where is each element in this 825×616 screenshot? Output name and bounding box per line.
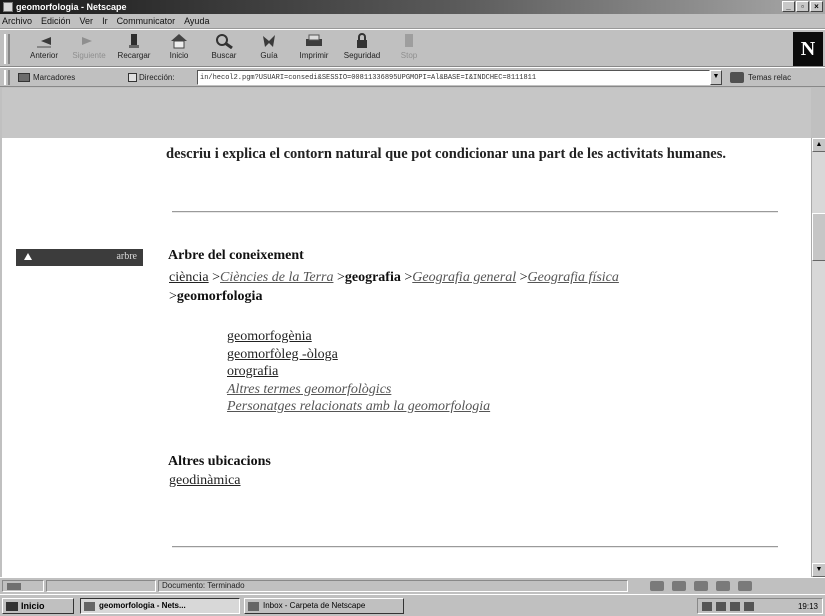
close-button[interactable]: × (810, 1, 823, 12)
back-button[interactable]: Anterior (20, 32, 68, 66)
list-item[interactable]: Altres termes geomorfològics (227, 382, 391, 397)
status-text: Documento: Terminado (158, 580, 628, 592)
list-item[interactable]: orografia (227, 364, 278, 379)
bookmarks-label[interactable]: Marcadores (33, 73, 75, 82)
scroll-down-button[interactable]: ▼ (812, 563, 825, 577)
list-item[interactable]: geomorfogènia (227, 329, 312, 344)
tray-icon[interactable] (716, 601, 726, 611)
menu-communicator[interactable]: Communicator (117, 16, 176, 26)
discussion-icon[interactable] (694, 581, 708, 591)
location-bar: Marcadores Dirección: in/hecol2.pgm?USUA… (0, 67, 825, 87)
back-arrow-icon (33, 33, 55, 49)
taskbar: Inicio geomorfologia - Nets... Inbox - C… (0, 594, 825, 616)
intro-paragraph: descriu i explica el contorn natural que… (166, 146, 727, 162)
progress-bar (46, 580, 156, 592)
menu-ver[interactable]: Ver (80, 16, 94, 26)
guide-button[interactable]: Guía (245, 32, 293, 66)
composer-icon[interactable] (716, 581, 730, 591)
netscape-app-icon (3, 2, 13, 12)
toolbar-grip[interactable] (4, 34, 10, 64)
menu-ayuda[interactable]: Ayuda (184, 16, 209, 26)
home-icon (168, 33, 190, 49)
tray-icon[interactable] (702, 601, 712, 611)
maximize-button[interactable]: ▫ (796, 1, 809, 12)
mail-icon[interactable] (672, 581, 686, 591)
divider-bottom (172, 546, 778, 548)
check-icon[interactable] (738, 581, 752, 591)
search-icon (213, 33, 235, 50)
netscape-logo[interactable]: N (793, 32, 823, 66)
reload-icon (123, 33, 145, 49)
task-inbox[interactable]: Inbox - Carpeta de Netscape (244, 598, 404, 614)
menu-ir[interactable]: Ir (102, 16, 108, 26)
key-icon (7, 583, 21, 590)
windows-flag-icon (6, 602, 18, 611)
address-input[interactable]: in/hecol2.pgm?USUARI=consedi&SESSIO=0081… (197, 70, 710, 85)
list-item[interactable]: geomorfòleg -òloga (227, 347, 338, 362)
address-label: Dirección: (139, 73, 175, 82)
print-button[interactable]: Imprimir (290, 32, 338, 66)
divider-top (172, 211, 778, 213)
guide-icon (258, 33, 280, 49)
status-bar: Documento: Terminado (0, 577, 825, 594)
print-icon (303, 33, 325, 49)
scroll-up-button[interactable]: ▲ (812, 138, 825, 152)
tree-title: Arbre del coneixement (168, 248, 304, 263)
minimize-button[interactable]: _ (782, 1, 795, 12)
menu-bar: Archivo Edición Ver Ir Communicator Ayud… (0, 14, 825, 29)
location-bar-grip[interactable] (4, 70, 10, 85)
start-button[interactable]: Inicio (2, 598, 74, 614)
web-page: descriu i explica el contorn natural que… (2, 138, 811, 577)
breadcrumb: ciència >Ciències de la Terra >geografia… (169, 270, 619, 304)
subtopic-list: geomorfogènia geomorfòleg -òloga orograf… (227, 328, 490, 416)
geodinamica-link[interactable]: geodinàmica (169, 473, 241, 489)
crumb-geografia-general[interactable]: Geografia general (412, 270, 516, 285)
reload-button[interactable]: Recargar (110, 32, 158, 66)
security-status[interactable] (2, 580, 44, 592)
other-locations-title: Altres ubicacions (168, 454, 271, 469)
navigation-toolbar: Anterior Siguiente Recargar Inicio Busca… (0, 29, 825, 67)
home-button[interactable]: Inicio (155, 32, 203, 66)
menu-archivo[interactable]: Archivo (2, 16, 32, 26)
title-bar: geomorfologia - Netscape _ ▫ × (0, 0, 825, 14)
list-item[interactable]: Personatges relacionats amb la geomorfol… (227, 399, 490, 414)
search-button[interactable]: Buscar (200, 32, 248, 66)
personal-toolbar-area (2, 88, 811, 138)
forward-arrow-icon (78, 33, 100, 49)
clock: 19:13 (797, 601, 818, 611)
crumb-geografia-fisica[interactable]: Geografia física (528, 270, 619, 285)
window-controls: _ ▫ × (782, 1, 823, 12)
bookmarks-icon[interactable] (18, 73, 30, 82)
vertical-scrollbar[interactable]: ▲ ▼ (811, 138, 825, 577)
crumb-geografia: geografia (344, 270, 401, 285)
tray-icon[interactable] (744, 601, 754, 611)
sidebar-tab-arbre[interactable]: arbre (16, 249, 143, 266)
triangle-up-icon (24, 253, 32, 260)
tray-icon[interactable] (730, 601, 740, 611)
related-topics-label[interactable]: Temas relac (748, 73, 791, 82)
stop-button[interactable]: Stop (385, 32, 433, 66)
task-netscape[interactable]: geomorfologia - Nets... (80, 598, 240, 614)
browser-content: descriu i explica el contorn natural que… (2, 88, 811, 577)
crumb-ciencia[interactable]: ciència (169, 270, 209, 285)
menu-edicion[interactable]: Edición (41, 16, 71, 26)
inbox-task-icon (248, 602, 259, 611)
netscape-task-icon (84, 602, 95, 611)
window-title: geomorfologia - Netscape (16, 2, 127, 12)
stop-icon (398, 33, 420, 49)
related-topics-icon[interactable] (730, 72, 744, 83)
scroll-thumb[interactable] (812, 213, 825, 261)
address-dropdown-button[interactable]: ▼ (710, 70, 722, 85)
component-bar (640, 579, 820, 593)
lock-icon (351, 33, 373, 49)
forward-button[interactable]: Siguiente (65, 32, 113, 66)
security-button[interactable]: Seguridad (338, 32, 386, 66)
system-tray: 19:13 (697, 598, 823, 614)
navigator-icon[interactable] (650, 581, 664, 591)
page-proxy-icon[interactable] (128, 73, 137, 82)
crumb-current: geomorfologia (176, 289, 263, 304)
crumb-ciencies-terra[interactable]: Ciències de la Terra (220, 270, 333, 285)
